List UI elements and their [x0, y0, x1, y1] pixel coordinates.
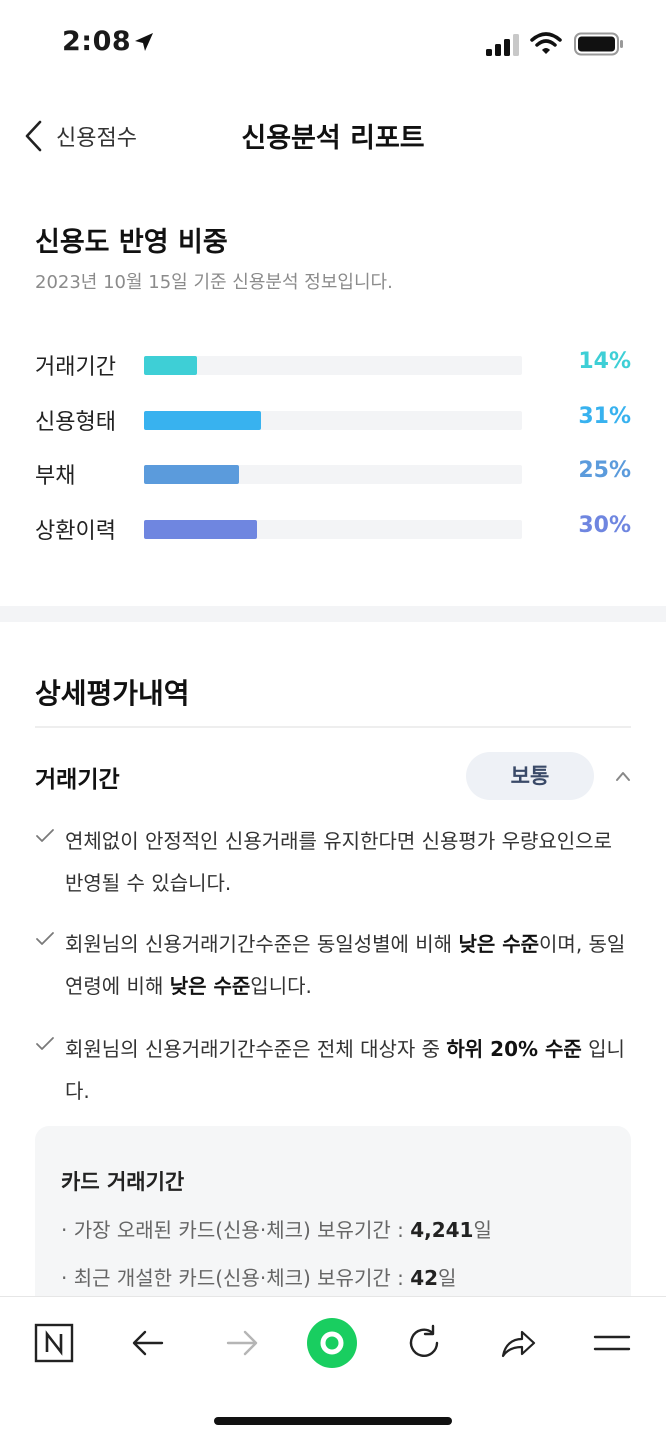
bottom-toolbar	[0, 1296, 666, 1440]
weight-bar-fill	[144, 520, 258, 539]
divider	[35, 726, 631, 728]
green-home-button[interactable]	[306, 1317, 358, 1369]
evaluation-note: 회원님의 신용거래기간수준은 동일성별에 비해 낮은 수준이며, 동일연령에 비…	[35, 923, 635, 1007]
weight-row: 신용형태 31%	[0, 400, 666, 440]
check-icon	[36, 1037, 54, 1050]
weight-percent: 30%	[578, 513, 631, 538]
weight-bar-fill	[144, 465, 239, 484]
weight-bar-track	[144, 520, 522, 539]
weight-bar-track	[144, 356, 522, 375]
evaluation-note: 연체없이 안정적인 신용거래를 유지한다면 신용평가 우량요인으로 반영될 수 …	[35, 820, 635, 904]
weight-row: 거래기간 14%	[0, 345, 666, 385]
weight-bar-track	[144, 411, 522, 430]
back-nav-button[interactable]	[122, 1317, 174, 1369]
share-icon	[501, 1330, 536, 1358]
note-text: 연체없이 안정적인 신용거래를 유지한다면 신용평가 우량요인으로 반영될 수 …	[65, 829, 612, 895]
section-subtitle: 2023년 10월 15일 기준 신용분석 정보입니다.	[35, 272, 393, 293]
navigation-bar: 신용점수 신용분석 리포트	[0, 100, 666, 170]
home-circle-icon	[307, 1318, 357, 1368]
weight-label: 신용형태	[35, 410, 116, 435]
check-icon	[36, 829, 54, 842]
weight-label: 상환이력	[35, 519, 116, 544]
share-button[interactable]	[492, 1317, 544, 1369]
battery-icon	[574, 32, 623, 56]
page-title: 신용분석 리포트	[241, 123, 425, 154]
status-bar: 2:08	[0, 0, 666, 88]
card-period-line: · 가장 오래된 카드(신용·체크) 보유기간 : 4,241일	[61, 1218, 492, 1242]
menu-button[interactable]	[586, 1317, 638, 1369]
forward-nav-button[interactable]	[216, 1317, 268, 1369]
card-period-title: 카드 거래기간	[61, 1170, 185, 1194]
cellular-signal-icon	[486, 34, 519, 56]
weight-row: 부채 25%	[0, 454, 666, 494]
chevron-up-icon[interactable]	[614, 768, 632, 784]
weight-percent: 31%	[578, 404, 631, 429]
section-title: 신용도 반영 비중	[35, 227, 228, 258]
weight-bar-track	[144, 465, 522, 484]
weight-label: 거래기간	[35, 355, 116, 380]
evaluation-item-title: 거래기간	[35, 767, 120, 793]
check-icon	[36, 932, 54, 945]
reload-button[interactable]	[398, 1317, 450, 1369]
menu-icon	[593, 1335, 631, 1351]
evaluation-note: 회원님의 신용거래기간수준은 전체 대상자 중 하위 20% 수준 입니다.	[35, 1028, 635, 1112]
card-period-line: · 최근 개설한 카드(신용·체크) 보유기간 : 42일	[61, 1266, 457, 1290]
forward-arrow-icon	[226, 1330, 258, 1356]
note-text: 회원님의 신용거래기간수준은 전체 대상자 중 하위 20% 수준 입니다.	[65, 1037, 625, 1103]
weight-bar-fill	[144, 356, 197, 375]
home-indicator	[214, 1417, 452, 1425]
weight-label: 부채	[35, 464, 76, 489]
detail-section-title: 상세평가내역	[35, 677, 190, 710]
weight-percent: 14%	[578, 349, 631, 374]
section-divider	[0, 606, 666, 622]
weight-row: 상환이력 30%	[0, 509, 666, 549]
weight-bar-fill	[144, 411, 262, 430]
status-time: 2:08	[62, 26, 132, 57]
reload-icon	[409, 1324, 439, 1357]
rating-badge: 보통	[466, 752, 594, 800]
wifi-icon	[530, 32, 562, 54]
back-arrow-icon	[132, 1330, 164, 1356]
weight-percent: 25%	[578, 458, 631, 483]
naver-n-icon	[34, 1323, 74, 1363]
location-arrow-icon	[135, 33, 153, 51]
naver-home-button[interactable]	[28, 1317, 80, 1369]
note-text: 회원님의 신용거래기간수준은 동일성별에 비해 낮은 수준이며, 동일연령에 비…	[65, 932, 626, 998]
